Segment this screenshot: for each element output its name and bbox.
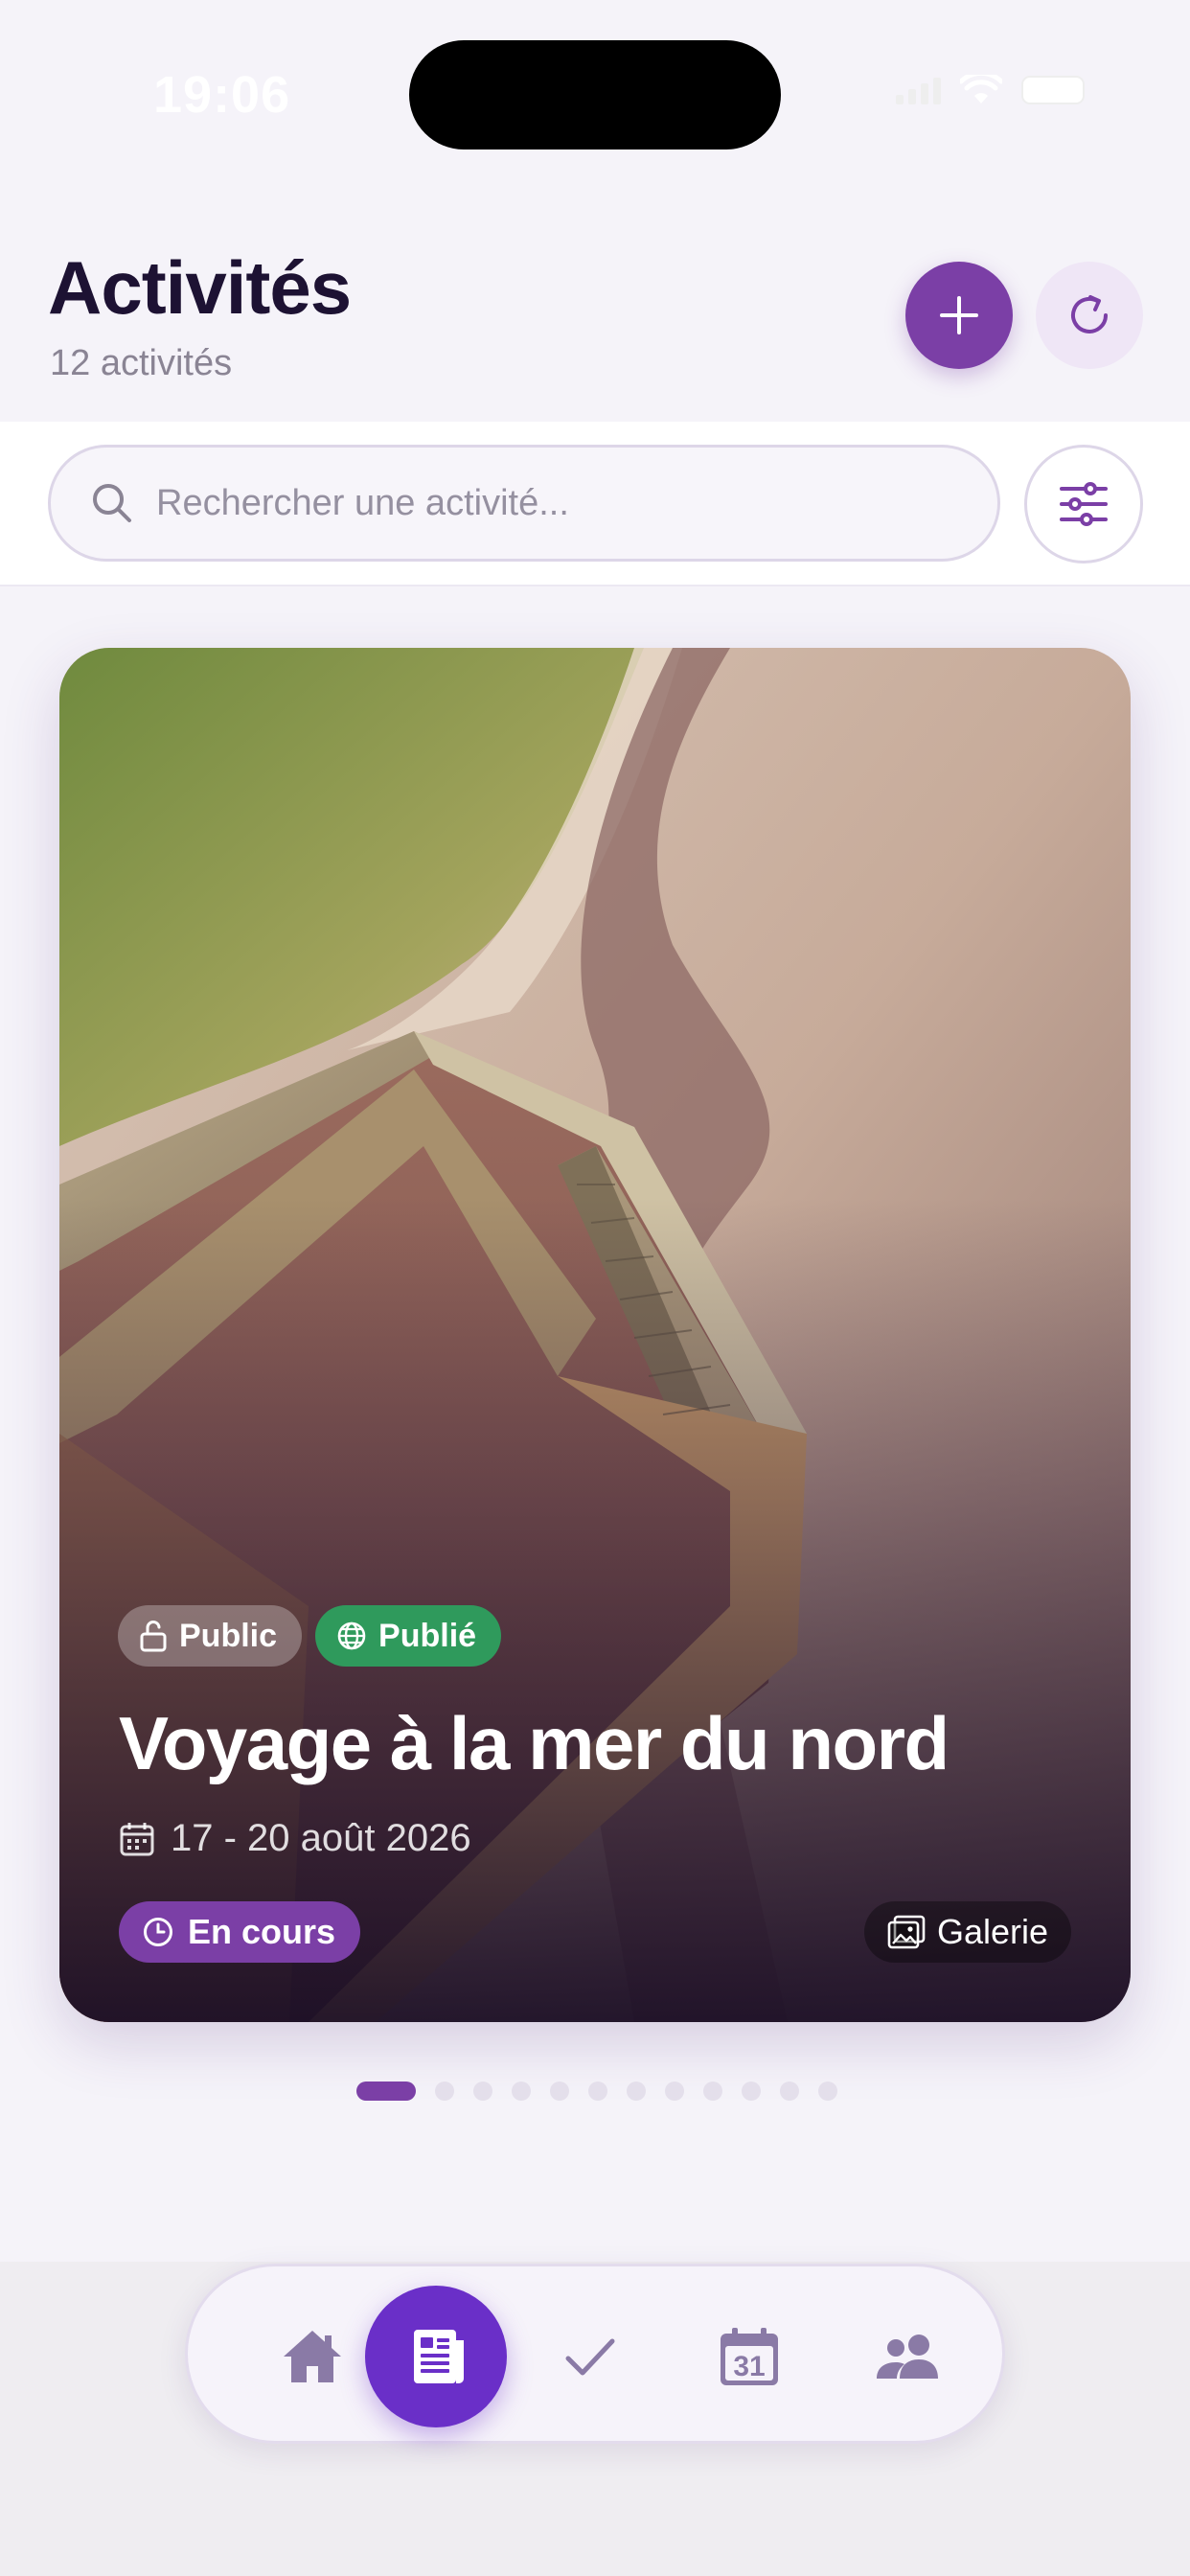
search-field[interactable] — [48, 445, 1000, 562]
pager-dot[interactable] — [703, 2082, 722, 2101]
calendar-day-number: 31 — [733, 2351, 765, 2382]
tab-activities[interactable] — [365, 2286, 507, 2427]
status-icons — [896, 75, 1085, 105]
add-activity-button[interactable] — [905, 262, 1013, 369]
dynamic-island — [409, 40, 781, 150]
pager-dot[interactable] — [435, 2082, 454, 2101]
page-title: Activités — [48, 245, 352, 330]
calendar-icon: 31 — [721, 2328, 778, 2385]
filter-button[interactable] — [1024, 445, 1143, 564]
activity-title: Voyage à la mer du nord — [119, 1701, 950, 1785]
activity-card[interactable]: Public Publié Voyage à la mer du nord 17… — [59, 648, 1131, 2022]
pager-dot[interactable] — [665, 2082, 684, 2101]
status-label: En cours — [188, 1912, 336, 1951]
plus-icon — [940, 296, 978, 334]
public-badge-label: Public — [179, 1617, 278, 1654]
search-bar-area — [0, 422, 1190, 586]
status-time: 19:06 — [153, 66, 291, 124]
pager-dot[interactable] — [742, 2082, 761, 2101]
pager-dot[interactable] — [818, 2082, 837, 2101]
pager-dot[interactable] — [473, 2082, 492, 2101]
activity-date-row: 17 - 20 août 2026 — [119, 1817, 471, 1860]
status-bar: 19:06 — [0, 0, 1190, 192]
tab-calendar[interactable]: 31 — [677, 2266, 821, 2447]
sliders-icon — [1060, 482, 1108, 526]
refresh-button[interactable] — [1036, 262, 1143, 369]
visibility-badges: Public Publié — [118, 1605, 502, 1667]
clock-icon — [144, 1918, 172, 1946]
wifi-icon — [960, 75, 1002, 104]
activity-count: 12 activités — [50, 343, 233, 383]
tab-tasks[interactable] — [518, 2266, 662, 2447]
globe-icon — [337, 1622, 366, 1650]
tab-bar: 31 — [185, 2264, 1005, 2444]
published-badge-label: Publié — [378, 1617, 477, 1654]
gallery-label: Galerie — [936, 1912, 1048, 1951]
pager-dot[interactable] — [550, 2082, 569, 2101]
card-gradient-overlay — [59, 648, 1131, 2022]
activity-date: 17 - 20 août 2026 — [171, 1817, 471, 1859]
pager-dot[interactable] — [627, 2082, 646, 2101]
pager-dot[interactable] — [780, 2082, 799, 2101]
status-badge: En cours — [119, 1901, 361, 1963]
refresh-icon — [1071, 295, 1108, 334]
gallery-button[interactable]: Galerie — [863, 1901, 1071, 1963]
battery-icon — [1021, 76, 1085, 104]
home-icon — [284, 2331, 341, 2382]
pager-dot[interactable] — [588, 2082, 607, 2101]
pager-dot[interactable] — [512, 2082, 531, 2101]
unlock-icon — [140, 1621, 167, 1652]
gallery-icon — [887, 1915, 926, 1949]
calendar-icon — [120, 1822, 154, 1855]
search-input[interactable] — [156, 482, 942, 524]
public-badge: Public — [118, 1605, 303, 1667]
check-icon — [565, 2338, 615, 2376]
people-icon — [877, 2334, 938, 2379]
tab-home[interactable] — [240, 2266, 384, 2447]
published-badge: Publié — [315, 1605, 502, 1667]
carousel-pager — [0, 2082, 1190, 2101]
cellular-signal-icon — [896, 76, 941, 104]
search-icon — [93, 484, 131, 522]
tab-members[interactable] — [836, 2266, 980, 2447]
newspaper-icon — [414, 2330, 464, 2383]
pager-dot-active[interactable] — [356, 2082, 416, 2101]
